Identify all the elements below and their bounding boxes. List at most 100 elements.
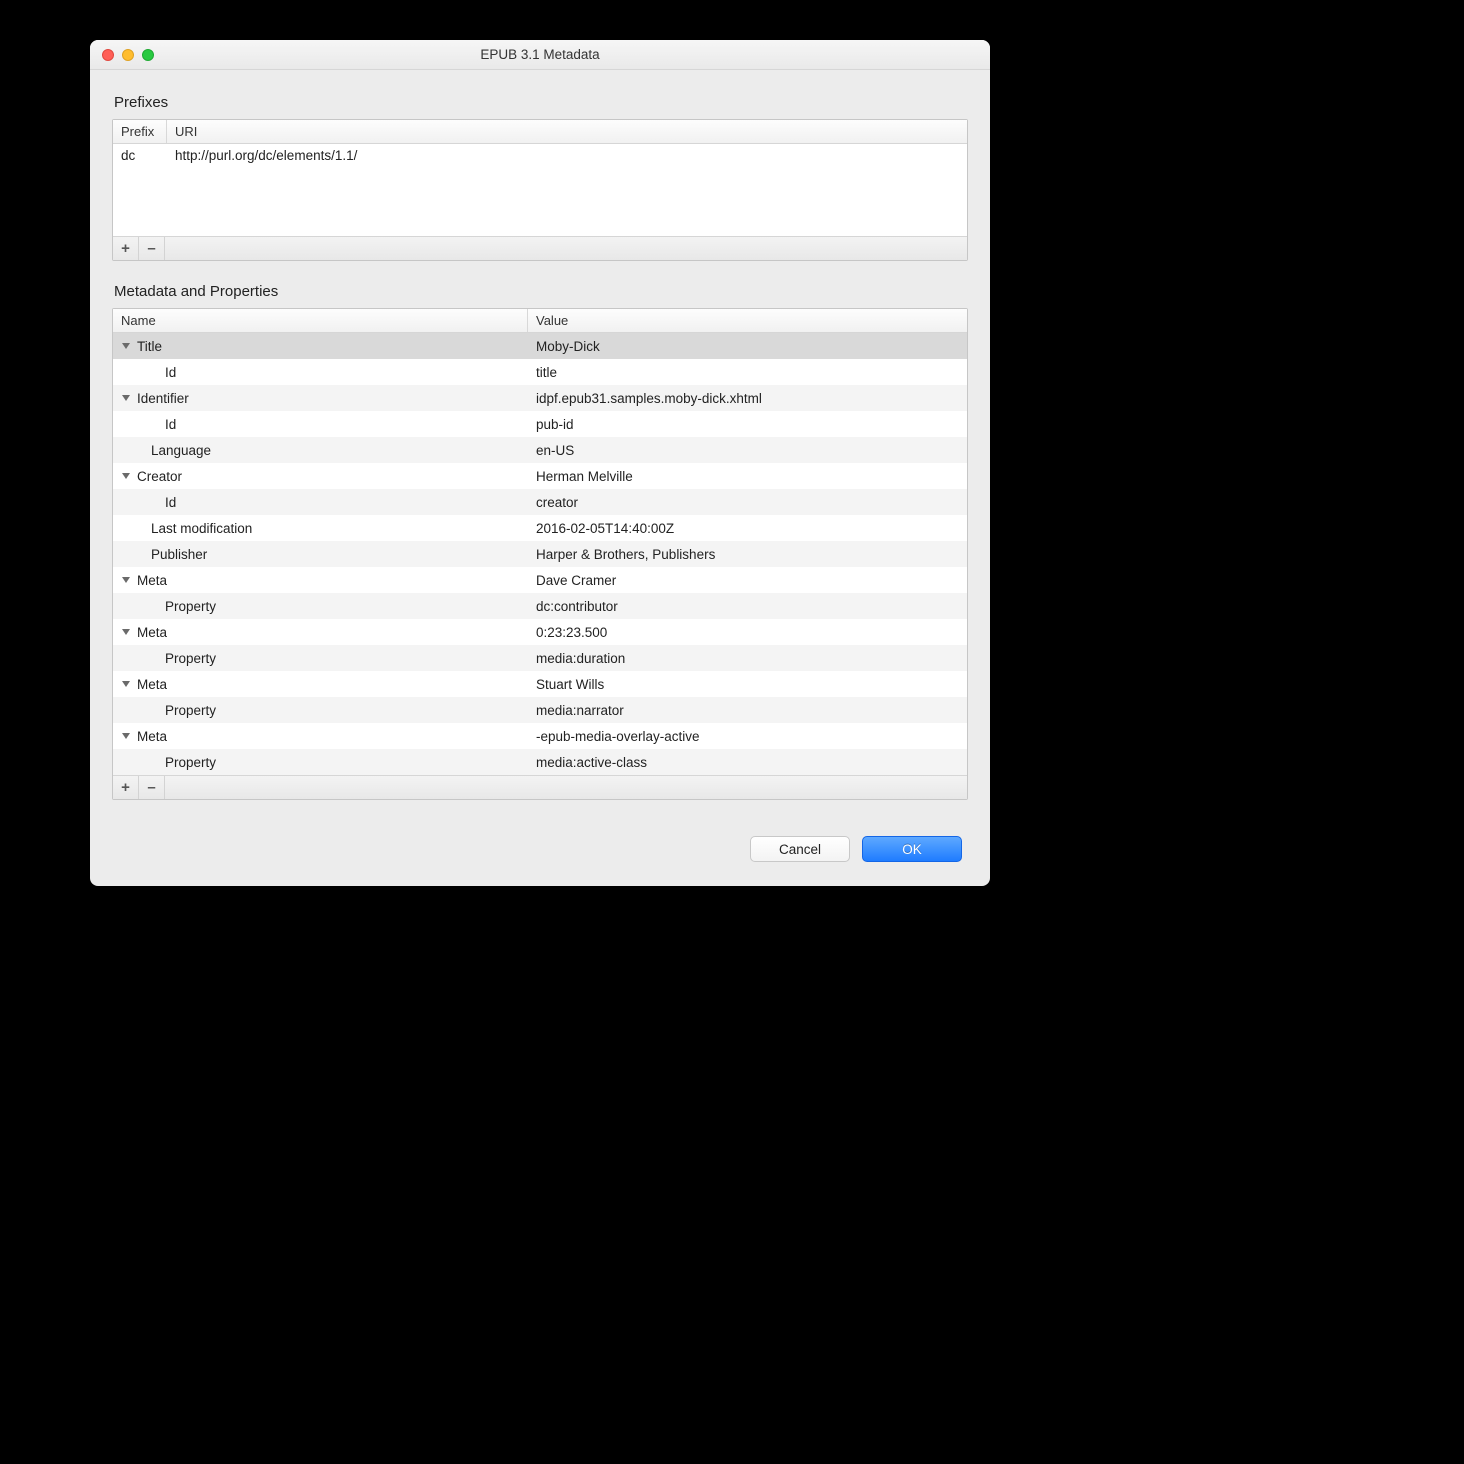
name-cell: Last modification	[113, 521, 528, 536]
add-prefix-button[interactable]: +	[113, 237, 139, 260]
table-row[interactable]: Property media:narrator	[113, 697, 967, 723]
value-cell: 0:23:23.500	[528, 625, 967, 640]
value-cell: title	[528, 365, 967, 380]
prefixes-header-row: Prefix URI	[113, 120, 967, 144]
value-cell: en-US	[528, 443, 967, 458]
prefix-cell: dc	[121, 148, 175, 163]
disclosure-triangle-icon[interactable]	[119, 573, 133, 587]
indent-spacer	[119, 443, 133, 457]
row-name: Identifier	[137, 391, 189, 406]
row-name: Language	[151, 443, 211, 458]
indent-spacer	[119, 599, 133, 613]
indent-spacer	[119, 365, 133, 379]
value-cell: Harper & Brothers, Publishers	[528, 547, 967, 562]
row-name: Id	[165, 495, 176, 510]
name-cell: Id	[113, 417, 528, 432]
content-area: Prefixes Prefix URI dc http://purl.org/d…	[90, 70, 990, 886]
indent-spacer	[119, 755, 133, 769]
name-cell: Title	[113, 339, 528, 354]
disclosure-triangle-icon[interactable]	[119, 339, 133, 353]
prefixes-section-label: Prefixes	[114, 94, 968, 111]
value-cell: Herman Melville	[528, 469, 967, 484]
table-row[interactable]: Identifier idpf.epub31.samples.moby-dick.…	[113, 385, 967, 411]
prefixes-header-prefix[interactable]: Prefix	[113, 120, 167, 143]
table-row[interactable]: MetaStuart Wills	[113, 671, 967, 697]
disclosure-triangle-icon[interactable]	[119, 625, 133, 639]
metadata-body[interactable]: Title Moby-Dick Id title Identifier idpf.epub…	[113, 333, 967, 775]
metadata-section-label: Metadata and Properties	[114, 283, 968, 300]
dialog-buttons: Cancel OK	[112, 822, 968, 866]
table-row[interactable]: Propertymedia:active-class	[113, 749, 967, 775]
metadata-header-row: Name Value	[113, 309, 967, 333]
name-cell: Identifier	[113, 391, 528, 406]
row-name: Id	[165, 365, 176, 380]
row-name: Meta	[137, 729, 167, 744]
disclosure-triangle-icon[interactable]	[119, 677, 133, 691]
row-name: Publisher	[151, 547, 207, 562]
indent-spacer	[119, 417, 133, 431]
row-name: Title	[137, 339, 162, 354]
ok-button[interactable]: OK	[862, 836, 962, 862]
remove-prefix-button[interactable]: –	[139, 237, 165, 260]
value-cell: media:narrator	[528, 703, 967, 718]
indent-spacer	[119, 547, 133, 561]
prefixes-header-uri[interactable]: URI	[167, 120, 967, 143]
table-row[interactable]: Property media:duration	[113, 645, 967, 671]
disclosure-triangle-icon[interactable]	[119, 729, 133, 743]
prefixes-body[interactable]: dc http://purl.org/dc/elements/1.1/	[113, 144, 967, 236]
metadata-toolbar: + –	[113, 775, 967, 799]
name-cell: Meta	[113, 729, 528, 744]
table-row[interactable]: Property dc:contributor	[113, 593, 967, 619]
value-cell: pub-id	[528, 417, 967, 432]
value-cell: Moby-Dick	[528, 339, 967, 354]
row-name: Creator	[137, 469, 182, 484]
remove-metadata-button[interactable]: –	[139, 776, 165, 799]
metadata-panel: Name Value Title Moby-Dick Id title Identifi…	[112, 308, 968, 800]
table-row[interactable]: Idcreator	[113, 489, 967, 515]
table-row[interactable]: Last modification2016-02-05T14:40:00Z	[113, 515, 967, 541]
row-name: Property	[165, 599, 216, 614]
indent-spacer	[119, 703, 133, 717]
name-cell: Property	[113, 703, 528, 718]
indent-spacer	[119, 495, 133, 509]
name-cell: Meta	[113, 677, 528, 692]
row-name: Property	[165, 703, 216, 718]
indent-spacer	[119, 521, 133, 535]
table-row[interactable]: Publisher Harper & Brothers, Publishers	[113, 541, 967, 567]
row-name: Meta	[137, 625, 167, 640]
name-cell: Property	[113, 599, 528, 614]
prefix-row[interactable]: dc http://purl.org/dc/elements/1.1/	[113, 144, 967, 167]
name-cell: Property	[113, 651, 528, 666]
value-cell: Stuart Wills	[528, 677, 967, 692]
titlebar: EPUB 3.1 Metadata	[90, 40, 990, 70]
value-cell: media:duration	[528, 651, 967, 666]
name-cell: Meta	[113, 625, 528, 640]
disclosure-triangle-icon[interactable]	[119, 469, 133, 483]
table-row[interactable]: Id title	[113, 359, 967, 385]
name-cell: Meta	[113, 573, 528, 588]
table-row[interactable]: Meta 0:23:23.500	[113, 619, 967, 645]
cancel-button[interactable]: Cancel	[750, 836, 850, 862]
name-cell: Language	[113, 443, 528, 458]
prefixes-toolbar: + –	[113, 236, 967, 260]
table-row[interactable]: Meta-epub-media-overlay-active	[113, 723, 967, 749]
prefixes-panel: Prefix URI dc http://purl.org/dc/element…	[112, 119, 968, 261]
name-cell: Id	[113, 365, 528, 380]
indent-spacer	[119, 651, 133, 665]
table-row[interactable]: Creator Herman Melville	[113, 463, 967, 489]
name-cell: Id	[113, 495, 528, 510]
row-name: Property	[165, 755, 216, 770]
uri-cell: http://purl.org/dc/elements/1.1/	[175, 148, 959, 163]
metadata-header-value[interactable]: Value	[528, 309, 967, 332]
value-cell: idpf.epub31.samples.moby-dick.xhtml	[528, 391, 967, 406]
table-row[interactable]: Title Moby-Dick	[113, 333, 967, 359]
row-name: Property	[165, 651, 216, 666]
disclosure-triangle-icon[interactable]	[119, 391, 133, 405]
table-row[interactable]: Language en-US	[113, 437, 967, 463]
table-row[interactable]: Idpub-id	[113, 411, 967, 437]
add-metadata-button[interactable]: +	[113, 776, 139, 799]
window-title: EPUB 3.1 Metadata	[90, 47, 990, 62]
metadata-header-name[interactable]: Name	[113, 309, 528, 332]
table-row[interactable]: MetaDave Cramer	[113, 567, 967, 593]
value-cell: dc:contributor	[528, 599, 967, 614]
